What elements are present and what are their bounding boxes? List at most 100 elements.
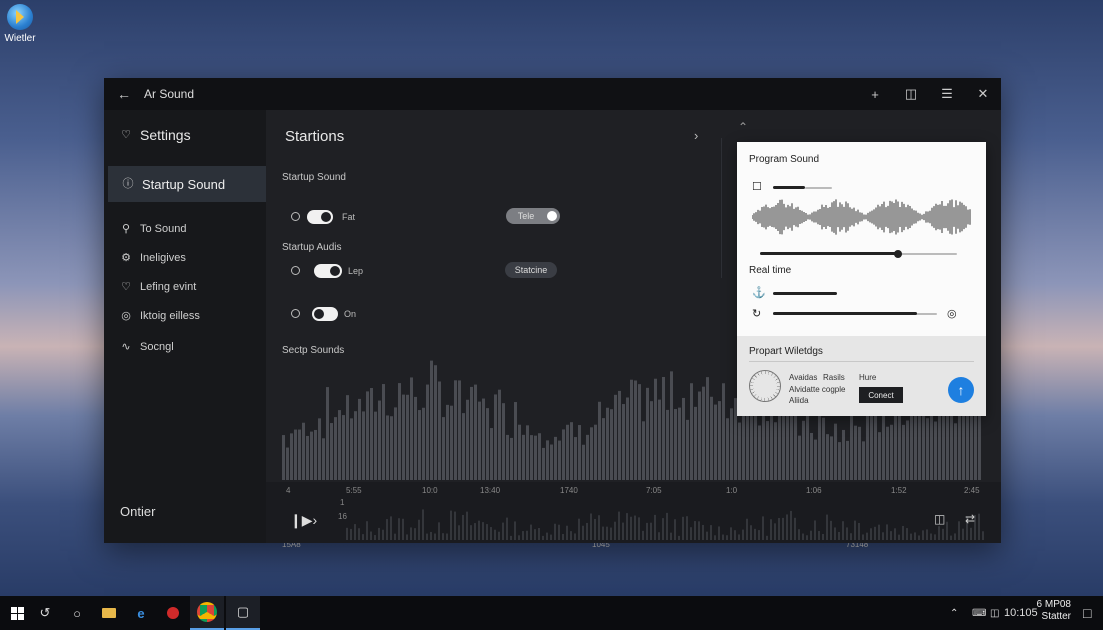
waveform-bar [342,415,345,480]
waveform-bar [738,422,741,480]
waveform-bar [634,380,637,480]
toggle-switch[interactable] [312,307,338,321]
slider-thumb[interactable] [893,250,902,258]
refresh-icon[interactable]: ↻ [752,307,761,320]
mini-waveform-bar [490,527,492,540]
sidebar-item-socngl[interactable]: ∿ Socngl [120,341,173,353]
waveform-bar [466,399,469,480]
sidebar-footer[interactable]: Ontier [120,504,155,519]
speaker-icon[interactable]: ◫ [990,596,999,630]
mini-waveform-bar [602,526,604,540]
edge-icon[interactable]: e [124,596,158,630]
pill-label: Tele [517,211,535,221]
mini-waveform-bar [418,519,420,540]
mini-waveform-bar [778,518,780,540]
share-icon[interactable]: ◫ [893,78,929,110]
statcine-button[interactable]: Statcine [505,262,557,278]
toggle-switch[interactable] [307,210,333,224]
recycle-icon[interactable]: ↺ [28,596,62,630]
mini-waveform-bar [358,528,360,540]
radio-button[interactable] [291,309,300,318]
mini-waveform-bar [902,525,904,540]
chrome-icon[interactable] [190,596,224,630]
heart-icon: ♡ [121,129,131,141]
upload-button[interactable]: ↑ [948,377,974,403]
mini-waveform-bar [442,533,444,540]
radio-button[interactable] [291,266,300,275]
waveform-bar [558,440,561,480]
mini-waveform-bar [718,526,720,540]
mini-waveform-bar [810,530,812,540]
sidebar-item-startup-sound[interactable]: ⓘ Startup Sound [108,166,266,202]
waveform-bar [498,389,501,480]
radio-button[interactable] [291,212,300,221]
waveform-bar [446,404,449,480]
mute-icon[interactable]: ◫ [934,512,945,526]
waveform-bar [882,413,885,480]
target-icon[interactable]: ◎ [947,307,957,320]
mini-waveform-bar [434,533,436,540]
waveform-bar [606,407,609,480]
mini-waveform-bar [566,525,568,540]
sidebar-header[interactable]: ♡ Settings [120,127,191,143]
waveform-bar [514,402,517,480]
folder-icon[interactable] [92,596,126,630]
edit-icon[interactable]: ☐ [752,180,762,193]
windows-icon [10,606,24,620]
sidebar: ♡ Settings ⓘ Startup Sound ⚲ To Sound ⚙ … [104,110,266,543]
toggle-switch[interactable] [314,264,342,278]
waveform-bar [850,414,853,480]
menu-icon[interactable]: ☰ [929,78,965,110]
mini-waveform-bar [454,511,456,540]
mini-waveform-bar [894,528,896,540]
tick-label: 2:45 [964,486,980,495]
waveform-bar [694,406,697,480]
tray-chevron-icon[interactable]: ⌃ [950,596,958,630]
shuffle-icon[interactable]: ⇄ [965,512,975,526]
back-arrow-icon[interactable]: ← [104,86,144,102]
mini-waveform-bar [690,527,692,540]
date-bottom: Statter [1041,611,1071,622]
shield-app-icon[interactable] [156,596,190,630]
sidebar-item-ineligives[interactable]: ⚙ Ineligives [120,252,186,264]
waveform-bar [638,384,641,480]
waveform-bar [502,403,505,480]
waveform-bar [422,407,425,480]
sidebar-item-to-sound[interactable]: ⚲ To Sound [120,223,187,235]
mini-waveform-bar [546,532,548,540]
sidebar-item-iktoig-eilless[interactable]: ◎ Iktoig eilless [120,310,200,322]
window-title: Ar Sound [144,87,195,101]
waveform-bar [470,386,473,480]
waveform-bar [842,429,845,480]
mini-waveform-bar [538,527,540,540]
chevron-right-icon[interactable]: › [694,128,698,143]
clock-time[interactable]: 10:105 [1004,596,1038,630]
mini-waveform-bar [794,517,796,540]
chevron-up-icon[interactable]: ⌃ [738,120,748,134]
search-circle-icon[interactable]: ○ [60,596,94,630]
window-app-icon[interactable]: ▢ [226,596,260,630]
clock-date[interactable]: 6 MP08 Statter [1037,599,1071,623]
mini-waveform-bar [906,528,908,540]
plus-icon[interactable]: + [857,78,893,110]
play-button[interactable]: ❙▶› [290,512,317,529]
waveform-bar [330,423,333,480]
waveform-bar [374,411,377,480]
keyboard-icon[interactable]: ⌨ [972,596,986,630]
close-icon[interactable]: ✕ [965,78,1001,110]
mini-waveform [346,509,984,540]
info-text: Avaidas [789,373,818,382]
waveform-bar [418,410,421,480]
desktop-icon-wietler[interactable]: Wietler [2,4,38,44]
mini-waveform-bar [450,510,452,540]
sidebar-item-lefing-evint[interactable]: ♡ Lefing evint [120,281,196,293]
mini-waveform-bar [410,527,412,540]
mini-waveform-bar [662,518,664,540]
waveform-bar [286,447,289,480]
connect-button[interactable]: Conect [859,387,903,403]
mini-waveform-bar [558,524,560,540]
toggle-pill[interactable]: Tele [506,208,560,224]
notification-icon[interactable]: □ [1083,596,1091,630]
mini-waveform-bar [542,535,544,540]
mini-waveform-bar [530,524,532,540]
